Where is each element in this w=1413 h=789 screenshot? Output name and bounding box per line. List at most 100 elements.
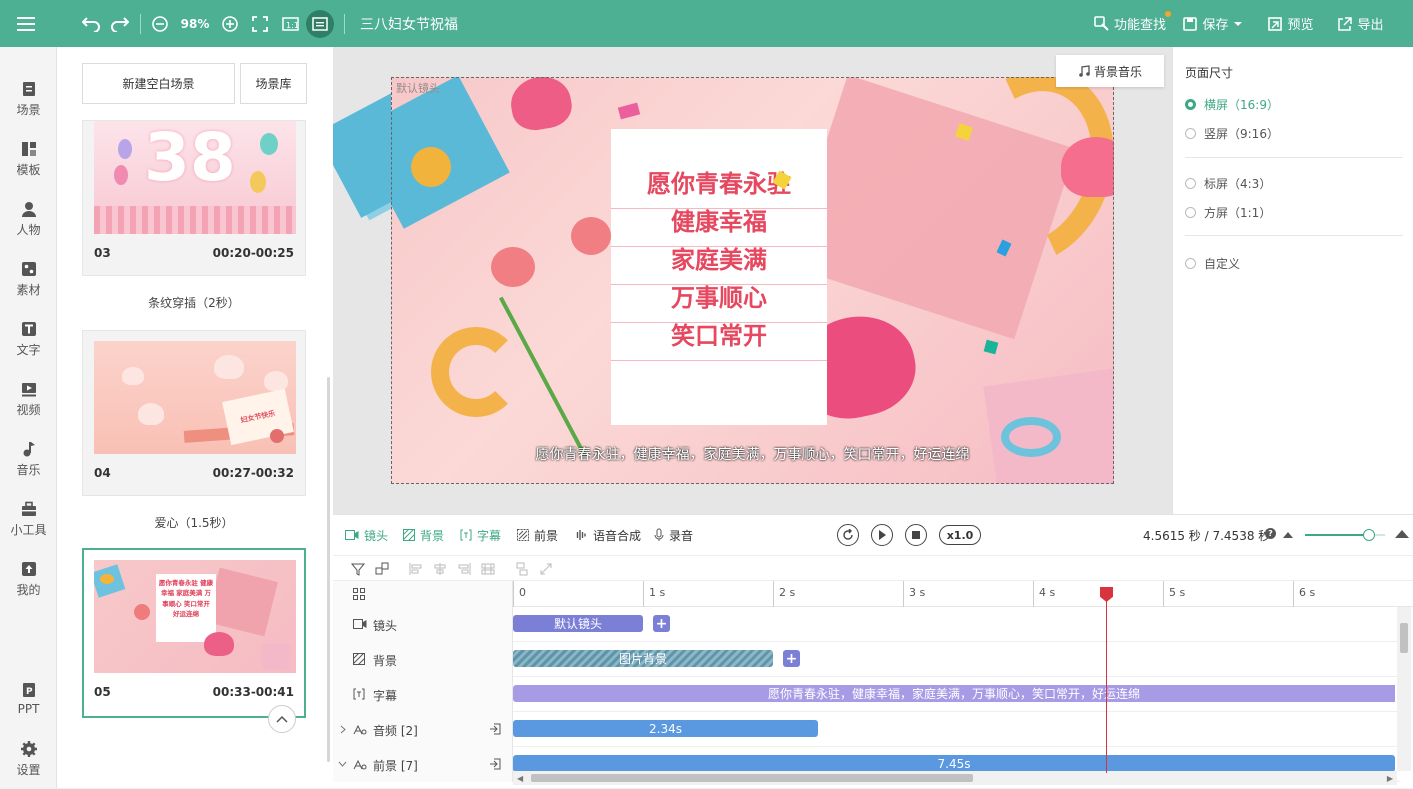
- save-button[interactable]: 保存: [1180, 0, 1246, 47]
- scene-icon: [21, 81, 37, 97]
- time-display: 4.5615 秒 / 7.4538 秒: [1143, 529, 1271, 543]
- layers-icon[interactable]: [375, 562, 389, 576]
- nav-item-ppt[interactable]: P PPT: [0, 669, 57, 729]
- scene-panel-scrollbar[interactable]: [327, 377, 330, 762]
- scene-card-03[interactable]: 38 03 00:20-00:25: [82, 120, 306, 276]
- feature-search-button[interactable]: 功能查找: [1086, 0, 1174, 47]
- radio-custom[interactable]: 自定义: [1185, 255, 1240, 272]
- slider-knob[interactable]: [1363, 529, 1375, 541]
- scene-library-button[interactable]: 场景库: [240, 63, 307, 104]
- scroll-to-top-button[interactable]: [268, 705, 296, 733]
- nav-label: 设置: [16, 762, 41, 777]
- help-icon[interactable]: ?: [1265, 528, 1276, 539]
- waveform-icon: [576, 530, 586, 540]
- tab-subtitle[interactable]: 字幕: [460, 515, 501, 555]
- nav-item-music[interactable]: 音乐: [0, 429, 57, 489]
- nav-item-material[interactable]: 素材: [0, 249, 57, 309]
- radio-portrait-9-16[interactable]: 竖屏（9:16）: [1185, 125, 1279, 142]
- zoom-in-icon[interactable]: [220, 0, 240, 47]
- tab-label: 字幕: [477, 528, 502, 543]
- tab-recording[interactable]: 录音: [654, 515, 693, 555]
- vertical-scrollbar[interactable]: [1397, 607, 1411, 771]
- save-label: 保存: [1202, 18, 1229, 33]
- music-icon: [21, 441, 37, 457]
- nav-item-settings[interactable]: 设置: [0, 729, 57, 789]
- add-background-button[interactable]: +: [783, 650, 800, 667]
- export-button[interactable]: 导出: [1334, 0, 1388, 47]
- zoom-in-mountain-icon[interactable]: [1395, 529, 1409, 539]
- horizontal-scrollbar[interactable]: ◀ ▶: [513, 771, 1397, 785]
- scrollbar-thumb[interactable]: [1400, 623, 1408, 653]
- split-icon[interactable]: [539, 562, 553, 576]
- align-center-icon[interactable]: [433, 562, 447, 576]
- ruler-tick: 0: [513, 581, 526, 607]
- actual-size-icon[interactable]: 1:1: [280, 0, 300, 47]
- chevron-down-icon[interactable]: [338, 761, 347, 767]
- replay-button[interactable]: [837, 524, 859, 546]
- text-icon: [21, 321, 37, 337]
- scene-canvas[interactable]: 愿你青春永驻 健康幸福 家庭美满 万事顺心 笑口常开 愿你青春永驻，健康幸福，家…: [391, 77, 1114, 484]
- foreground-clip[interactable]: 7.45s: [513, 755, 1395, 772]
- import-icon[interactable]: [489, 758, 501, 770]
- camera-clip[interactable]: 默认镜头: [513, 615, 643, 632]
- radio-standard-4-3[interactable]: 标屏（4:3）: [1185, 175, 1271, 192]
- add-camera-button[interactable]: +: [653, 615, 670, 632]
- background-clip[interactable]: 图片背景: [513, 650, 773, 667]
- export-icon: [1338, 16, 1353, 31]
- audio-clip[interactable]: 2.34s: [513, 720, 818, 737]
- fullscreen-icon[interactable]: [250, 0, 270, 47]
- stop-button[interactable]: [905, 524, 927, 546]
- align-left-icon[interactable]: [409, 562, 423, 576]
- undo-icon[interactable]: [80, 0, 102, 47]
- scroll-left-icon[interactable]: ◀: [517, 774, 523, 783]
- arrange-icon[interactable]: [515, 562, 529, 576]
- filter-icon[interactable]: [351, 562, 365, 576]
- nav-item-person[interactable]: 人物: [0, 189, 57, 249]
- tab-background[interactable]: 背景: [403, 515, 444, 555]
- tab-label: 录音: [669, 528, 694, 543]
- subtitle-clip[interactable]: 愿你青春永驻，健康幸福，家庭美满，万事顺心，笑口常开，好运连绵: [513, 685, 1395, 702]
- new-blank-scene-button[interactable]: 新建空白场景: [82, 63, 235, 104]
- distribute-icon[interactable]: [481, 562, 495, 576]
- background-music-button[interactable]: 背景音乐: [1056, 55, 1164, 87]
- nav-item-video[interactable]: 视频: [0, 369, 57, 429]
- page-size-panel: 页面尺寸 横屏（16:9） 竖屏（9:16） 标屏（4:3） 方屏（1:1） 自…: [1172, 47, 1413, 514]
- tab-foreground[interactable]: 前景: [517, 515, 558, 555]
- redo-icon[interactable]: [109, 0, 131, 47]
- radio-square-1-1[interactable]: 方屏（1:1）: [1185, 204, 1271, 221]
- nav-item-text[interactable]: 文字: [0, 309, 57, 369]
- zoom-out-mountain-icon[interactable]: [1283, 531, 1293, 539]
- playhead[interactable]: [1099, 587, 1113, 773]
- timeline-zoom-slider[interactable]: [1305, 529, 1385, 541]
- grid-icon[interactable]: [353, 588, 365, 600]
- menu-icon[interactable]: [10, 0, 42, 47]
- radio-landscape-16-9[interactable]: 横屏（16:9）: [1185, 96, 1279, 113]
- scene-card-04[interactable]: 妇女节快乐 04 00:27-00:32: [82, 330, 306, 496]
- nav-item-scene[interactable]: 场景: [0, 69, 57, 129]
- tab-speech-synthesis[interactable]: 语音合成: [574, 515, 641, 555]
- play-button[interactable]: [871, 524, 893, 546]
- import-icon[interactable]: [489, 723, 501, 735]
- scrollbar-thumb[interactable]: [531, 774, 973, 782]
- subtitle-toggle-icon[interactable]: [306, 0, 334, 47]
- card-line: 家庭美满: [671, 246, 767, 274]
- speed-button[interactable]: x1.0: [939, 525, 981, 545]
- tab-camera[interactable]: 镜头: [345, 515, 388, 555]
- align-right-icon[interactable]: [457, 562, 471, 576]
- transition-label[interactable]: 条纹穿插（2秒）: [82, 294, 306, 311]
- nav-item-toolbox[interactable]: 小工具: [0, 489, 57, 549]
- preview-button[interactable]: 预览: [1264, 0, 1318, 47]
- scene-time-range: 00:33-00:41: [212, 685, 294, 699]
- slider-fill: [1305, 534, 1369, 536]
- transition-label[interactable]: 爱心（1.5秒）: [82, 514, 306, 531]
- scene-card-05[interactable]: 愿你青春永驻 健康幸福 家庭美满 万事顺心 笑口常开 好运连绵 05 00:33…: [82, 548, 306, 718]
- nav-item-mine[interactable]: 我的: [0, 549, 57, 609]
- zoom-out-icon[interactable]: [150, 0, 170, 47]
- chevron-right-icon[interactable]: [340, 725, 346, 734]
- scene-thumbnail: 38: [94, 121, 296, 234]
- ruler-corner: [333, 581, 513, 607]
- nav-item-template[interactable]: 模板: [0, 129, 57, 189]
- project-title[interactable]: 三八妇女节祝福: [360, 0, 470, 47]
- scroll-right-icon[interactable]: ▶: [1387, 774, 1393, 783]
- nav-label: 文字: [16, 342, 41, 357]
